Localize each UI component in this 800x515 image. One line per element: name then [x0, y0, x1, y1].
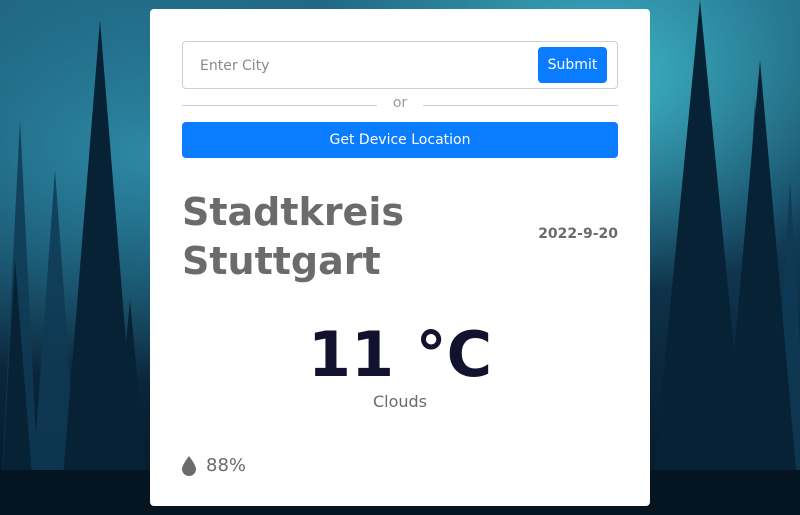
date-label: 2022-9-20 — [538, 226, 618, 242]
city-input[interactable] — [198, 50, 532, 82]
weather-card: Submit or Get Device Location Stadtkreis… — [150, 9, 650, 506]
divider-line-right — [423, 105, 618, 106]
divider-label: or — [392, 95, 408, 111]
weather-description: Clouds — [372, 392, 428, 411]
get-device-location-button[interactable]: Get Device Location — [182, 122, 618, 158]
or-divider: or — [182, 95, 618, 115]
temperature-value: 11 °C — [307, 318, 493, 391]
humidity-value: 88% — [206, 455, 247, 476]
location-header: Stadtkreis Stuttgart 2022-9-20 — [182, 188, 618, 298]
submit-button[interactable]: Submit — [538, 47, 607, 83]
city-name: Stadtkreis Stuttgart — [182, 190, 404, 283]
water-drop-icon — [182, 455, 196, 476]
city-search-box: Submit — [182, 41, 618, 89]
humidity-readout: 88% — [182, 455, 246, 476]
